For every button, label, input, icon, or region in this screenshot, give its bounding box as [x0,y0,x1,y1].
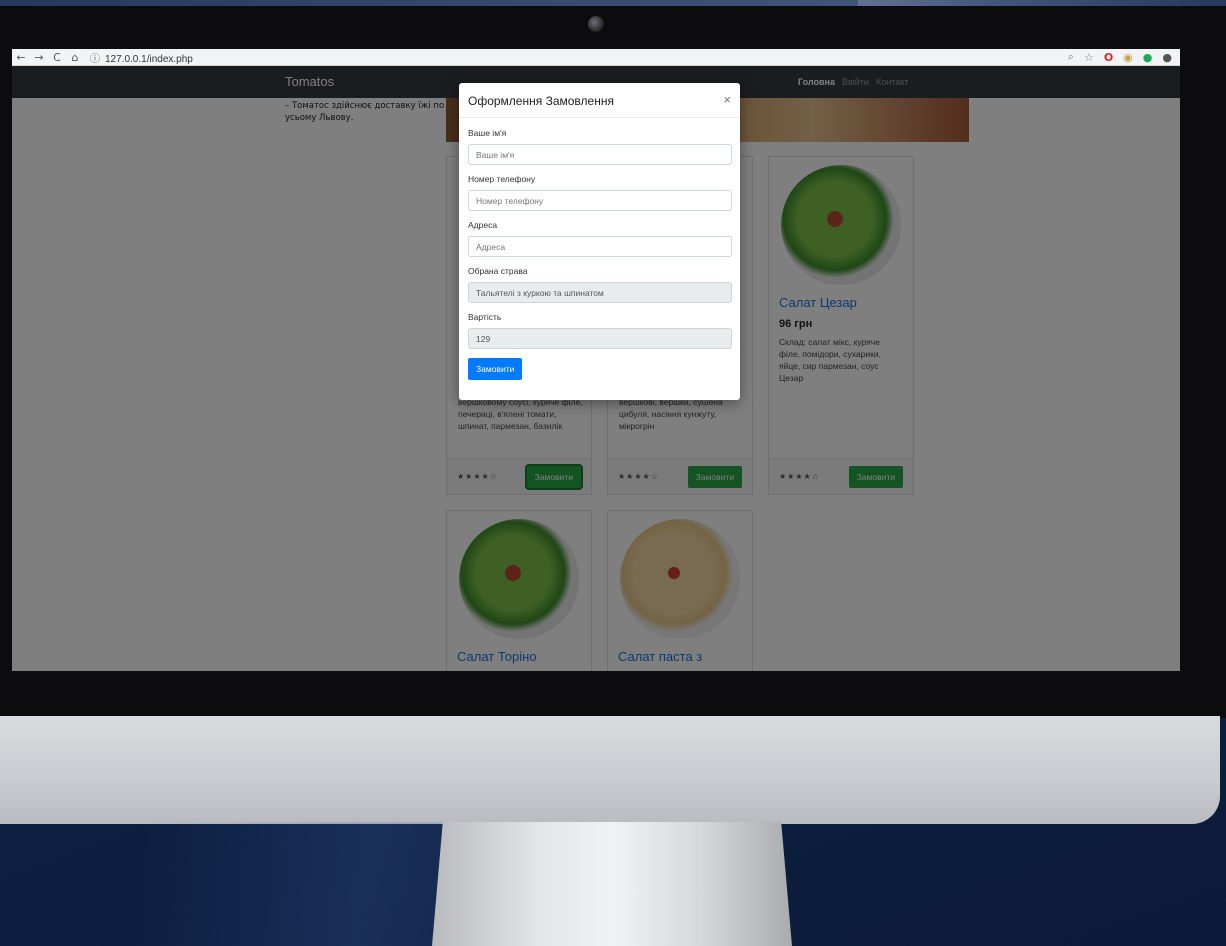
submit-order-button[interactable]: Замовити [468,358,523,380]
browser-toolbar: ← → C ⌂ ⓘ 127.0.0.1/index.php ⌕ ☆ O ◉ ● ● [12,49,1180,66]
modal-title: Оформлення Замовлення [468,94,614,108]
modal-body: Ваше ім'я Номер телефону Адреса Обрана с… [459,118,740,390]
name-input[interactable] [468,144,732,165]
order-modal: Оформлення Замовлення × Ваше ім'я Номер … [459,83,740,400]
opera-extension-icon[interactable]: O [1104,51,1113,64]
close-icon[interactable]: × [723,92,731,107]
phone-input[interactable] [468,190,732,211]
background-glow [0,0,1226,6]
address-label: Адреса [468,220,498,230]
reload-icon[interactable]: C [48,51,66,64]
extension-icon[interactable]: ◉ [1123,51,1133,64]
phone-label: Номер телефону [468,174,536,184]
profile-avatar[interactable]: ● [1162,51,1172,64]
bookmark-star-icon[interactable]: ☆ [1084,51,1094,64]
back-icon[interactable]: ← [12,51,30,64]
forward-icon[interactable]: → [30,51,48,64]
price-readonly-field: 129 [468,328,732,349]
dish-readonly-field: Тальятелі з куркою та шпинатом [468,282,732,303]
dish-field-group: Обрана страва Тальятелі з куркою та шпин… [468,266,732,303]
dish-label: Обрана страва [468,266,528,276]
name-field-group: Ваше ім'я [468,128,732,165]
monitor-stand [432,822,792,946]
address-bar[interactable]: ⓘ 127.0.0.1/index.php [90,50,193,65]
price-label: Вартість [468,312,502,322]
modal-header: Оформлення Замовлення × [459,83,740,118]
home-icon[interactable]: ⌂ [66,51,84,64]
info-icon[interactable]: ⓘ [90,54,100,65]
camera-icon [588,16,604,32]
green-extension-icon[interactable]: ● [1143,51,1153,64]
address-input[interactable] [468,236,732,257]
zoom-icon[interactable]: ⌕ [1068,50,1074,64]
extensions-area: ⌕ ☆ O ◉ ● ● [1068,50,1180,64]
price-field-group: Вартість 129 [468,312,732,349]
phone-field-group: Номер телефону [468,174,732,211]
monitor-chin [0,716,1220,824]
address-field-group: Адреса [468,220,732,257]
name-label: Ваше ім'я [468,128,507,138]
monitor-screen: ← → C ⌂ ⓘ 127.0.0.1/index.php ⌕ ☆ O ◉ ● ●… [12,49,1180,671]
